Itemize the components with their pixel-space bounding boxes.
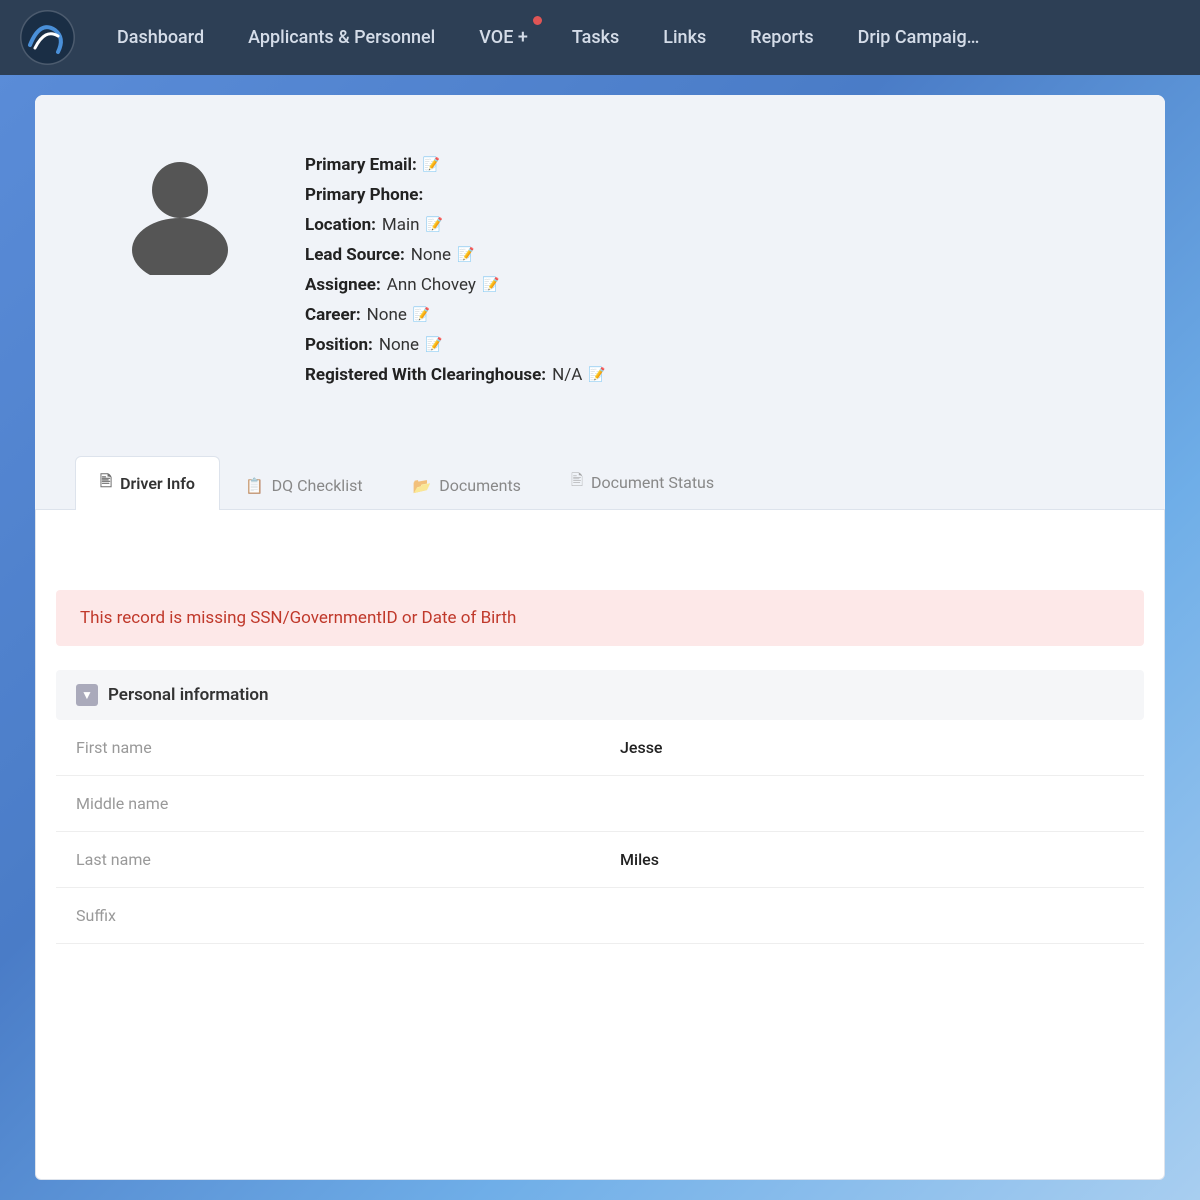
- primary-phone-label: Primary Phone:: [305, 185, 423, 205]
- last-name-label: Last name: [56, 832, 600, 888]
- position-edit-icon[interactable]: 📝: [425, 337, 442, 353]
- career-edit-icon[interactable]: 📝: [413, 307, 430, 323]
- lead-source-edit-icon[interactable]: 📝: [457, 247, 474, 263]
- nav-item-tasks[interactable]: Tasks: [550, 0, 641, 75]
- first-name-label: First name: [56, 720, 600, 776]
- personal-info-header: ▼ Personal information: [56, 670, 1144, 720]
- last-name-value: Miles: [600, 832, 1144, 888]
- tabs-container: 🖹 Driver Info 📋 DQ Checklist 📂 Documents…: [35, 455, 1165, 510]
- alert-message: This record is missing SSN/GovernmentID …: [80, 608, 516, 628]
- career-label: Career:: [305, 305, 361, 325]
- primary-email-label: Primary Email:: [305, 155, 417, 175]
- assignee-label: Assignee:: [305, 275, 381, 295]
- document-status-tab-label: Document Status: [591, 473, 714, 492]
- toggle-icon: ▼: [81, 688, 93, 702]
- nav-items: Dashboard Applicants & Personnel VOE + T…: [95, 0, 1180, 75]
- personal-info-title: Personal information: [108, 685, 269, 705]
- assignee-value: Ann Chovey: [387, 275, 476, 295]
- nav-item-drip-campaign[interactable]: Drip Campaig…: [836, 0, 1002, 75]
- driver-info-tab-label: Driver Info: [120, 474, 195, 493]
- document-status-tab-icon: 🖹: [571, 470, 583, 495]
- lead-source-label: Lead Source:: [305, 245, 405, 265]
- table-row: Middle name: [56, 776, 1144, 832]
- personal-info-table: First name Jesse Middle name Last name M…: [56, 720, 1144, 944]
- career-row: Career: None 📝: [305, 305, 606, 325]
- primary-email-row: Primary Email: 📝: [305, 155, 606, 175]
- dq-checklist-tab-label: DQ Checklist: [272, 476, 363, 495]
- lead-source-value: None: [411, 245, 451, 265]
- tab-documents[interactable]: 📂 Documents: [388, 461, 546, 509]
- career-value: None: [367, 305, 407, 325]
- nav-item-links[interactable]: Links: [641, 0, 728, 75]
- nav-item-applicants-personnel[interactable]: Applicants & Personnel: [226, 0, 457, 75]
- tab-driver-info[interactable]: 🖹 Driver Info: [75, 456, 220, 510]
- suffix-value: [600, 888, 1144, 944]
- avatar: [115, 145, 245, 275]
- content-spacer: [56, 530, 1144, 570]
- alert-missing-record: This record is missing SSN/GovernmentID …: [56, 590, 1144, 646]
- location-row: Location: Main 📝: [305, 215, 606, 235]
- position-value: None: [379, 335, 419, 355]
- clearinghouse-value: N/A: [552, 365, 582, 385]
- nav-item-dashboard[interactable]: Dashboard: [95, 0, 226, 75]
- tab-document-status[interactable]: 🖹 Document Status: [546, 455, 739, 509]
- profile-section: Primary Email: 📝 Primary Phone: Location…: [35, 95, 1165, 435]
- tab-dq-checklist[interactable]: 📋 DQ Checklist: [220, 461, 388, 509]
- lead-source-row: Lead Source: None 📝: [305, 245, 606, 265]
- first-name-value: Jesse: [600, 720, 1144, 776]
- driver-info-tab-icon: 🖹: [100, 471, 112, 496]
- position-label: Position:: [305, 335, 373, 355]
- assignee-row: Assignee: Ann Chovey 📝: [305, 275, 606, 295]
- clearinghouse-row: Registered With Clearinghouse: N/A 📝: [305, 365, 606, 385]
- location-label: Location:: [305, 215, 376, 235]
- documents-tab-label: Documents: [439, 476, 521, 495]
- tab-content-driver-info: This record is missing SSN/GovernmentID …: [35, 510, 1165, 1180]
- table-row: Last name Miles: [56, 832, 1144, 888]
- main-content: Primary Email: 📝 Primary Phone: Location…: [35, 95, 1165, 1180]
- section-toggle-button[interactable]: ▼: [76, 684, 98, 706]
- assignee-edit-icon[interactable]: 📝: [482, 277, 499, 293]
- location-value: Main: [382, 215, 420, 235]
- app-logo: [20, 10, 75, 65]
- clearinghouse-label: Registered With Clearinghouse:: [305, 365, 546, 385]
- documents-tab-icon: 📂: [413, 477, 432, 495]
- clearinghouse-edit-icon[interactable]: 📝: [588, 367, 605, 383]
- primary-email-edit-icon[interactable]: 📝: [423, 157, 440, 173]
- middle-name-value: [600, 776, 1144, 832]
- location-edit-icon[interactable]: 📝: [426, 217, 443, 233]
- position-row: Position: None 📝: [305, 335, 606, 355]
- table-row: Suffix: [56, 888, 1144, 944]
- navbar: Dashboard Applicants & Personnel VOE + T…: [0, 0, 1200, 75]
- table-row: First name Jesse: [56, 720, 1144, 776]
- dq-checklist-tab-icon: 📋: [245, 477, 264, 495]
- nav-item-voe[interactable]: VOE +: [457, 0, 550, 75]
- middle-name-label: Middle name: [56, 776, 600, 832]
- primary-phone-row: Primary Phone:: [305, 185, 606, 205]
- suffix-label: Suffix: [56, 888, 600, 944]
- profile-details: Primary Email: 📝 Primary Phone: Location…: [305, 145, 606, 385]
- nav-item-reports[interactable]: Reports: [728, 0, 835, 75]
